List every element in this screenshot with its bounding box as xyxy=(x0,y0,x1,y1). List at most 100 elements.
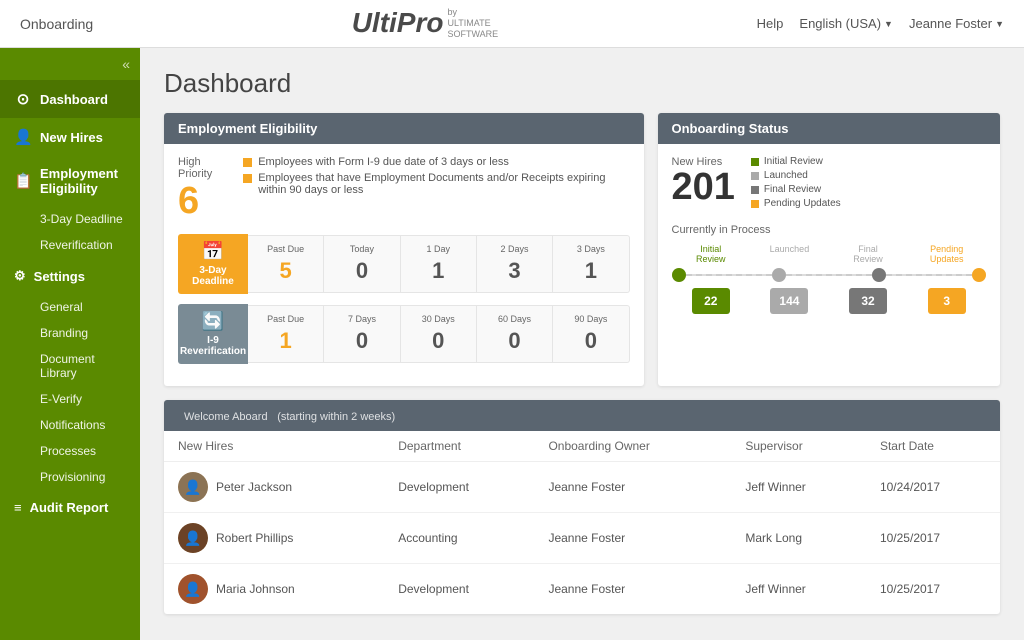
department-cell: Accounting xyxy=(384,513,534,564)
supervisor-cell: Jeff Winner xyxy=(731,462,866,513)
process-badge-final: 32 xyxy=(849,288,887,314)
user-menu[interactable]: Jeanne Foster ▼ xyxy=(909,16,1004,31)
stat-60days: 60 Days 0 xyxy=(477,306,553,362)
col-new-hires: New Hires xyxy=(164,431,384,462)
bullet-icon xyxy=(243,158,252,167)
table-header-row: New Hires Department Onboarding Owner Su… xyxy=(164,431,1000,462)
process-badge-initial: 22 xyxy=(692,288,730,314)
stat-label: 30 Days xyxy=(405,314,472,324)
sidebar-sub-notifications[interactable]: Notifications xyxy=(0,412,140,438)
process-line-row xyxy=(672,268,987,282)
col-owner: Onboarding Owner xyxy=(534,431,731,462)
stat-label: 2 Days xyxy=(481,244,548,254)
name-cell: 👤 Peter Jackson xyxy=(164,462,384,513)
stat-label: 1 Day xyxy=(405,244,472,254)
new-hires-number: 201 xyxy=(672,168,735,206)
sidebar-collapse-button[interactable]: « xyxy=(0,48,140,80)
legend-color xyxy=(751,158,759,166)
logo-sub: by ULTIMATE SOFTWARE xyxy=(447,7,498,39)
bullet-item: Employees with Form I-9 due date of 3 da… xyxy=(243,156,629,168)
employment-icon: 📋 xyxy=(14,172,32,190)
process-connector xyxy=(786,274,872,276)
sidebar-sub-everify[interactable]: E-Verify xyxy=(0,386,140,412)
new-hires-count-section: New Hires 201 xyxy=(672,156,735,206)
calendar-icon: 📅 xyxy=(202,241,224,262)
sidebar-sub-general[interactable]: General xyxy=(0,294,140,320)
process-connector xyxy=(686,274,772,276)
audit-icon: ≡ xyxy=(14,500,22,515)
high-priority-row: High Priority 6 Employees with Form I-9 … xyxy=(178,156,630,220)
process-label-initial: InitialReview xyxy=(686,244,736,264)
employment-eligibility-card: Employment Eligibility High Priority 6 E… xyxy=(164,113,644,386)
sidebar-item-audit-report[interactable]: ≡ Audit Report xyxy=(0,490,140,525)
bullet-icon xyxy=(243,174,252,183)
stat-value: 0 xyxy=(481,328,548,354)
sidebar-sub-provisioning[interactable]: Provisioning xyxy=(0,464,140,490)
user-caret: ▼ xyxy=(995,19,1004,29)
stat-7days: 7 Days 0 xyxy=(324,306,400,362)
sidebar-item-label: New Hires xyxy=(40,130,103,145)
department-cell: Development xyxy=(384,564,534,615)
legend-item: Initial Review xyxy=(751,156,841,167)
reverification-label: 🔄 I-9Reverification xyxy=(178,304,248,364)
sidebar-item-label: Dashboard xyxy=(40,92,108,107)
stat-value: 0 xyxy=(405,328,472,354)
bullet-list: Employees with Form I-9 due date of 3 da… xyxy=(243,156,629,200)
onboarding-status-body: New Hires 201 Initial Review Launched xyxy=(658,144,1001,326)
stat-today: Today 0 xyxy=(324,236,400,292)
sidebar-item-label: Employment Eligibility xyxy=(40,166,126,196)
process-label-launched: Launched xyxy=(764,244,814,264)
app-name: Onboarding xyxy=(20,16,93,32)
owner-cell: Jeanne Foster xyxy=(534,564,731,615)
new-hires-row: New Hires 201 Initial Review Launched xyxy=(672,156,987,212)
high-priority-label: High Priority xyxy=(178,156,227,180)
help-link[interactable]: Help xyxy=(757,16,784,31)
legend-label: Final Review xyxy=(764,184,821,195)
stat-value: 0 xyxy=(557,328,624,354)
sidebar-sub-reverification[interactable]: Reverification xyxy=(0,232,140,258)
language-selector[interactable]: English (USA) ▼ xyxy=(799,16,893,31)
legend-list: Initial Review Launched Final Review xyxy=(751,156,841,212)
sidebar-item-dashboard[interactable]: ⊙ Dashboard xyxy=(0,80,140,118)
stat-1day: 1 Day 1 xyxy=(401,236,477,292)
stat-value: 3 xyxy=(481,258,548,284)
employee-name: Maria Johnson xyxy=(216,582,295,596)
sidebar-item-employment-eligibility[interactable]: 📋 Employment Eligibility xyxy=(0,156,140,206)
process-label-pending: PendingUpdates xyxy=(922,244,972,264)
process-dot-initial xyxy=(672,268,686,282)
process-connector xyxy=(886,274,972,276)
legend-color xyxy=(751,172,759,180)
bullet-item: Employees that have Employment Documents… xyxy=(243,172,629,196)
stat-30days: 30 Days 0 xyxy=(401,306,477,362)
high-priority-section: High Priority 6 xyxy=(178,156,227,220)
legend-label: Launched xyxy=(764,170,808,181)
three-day-stats: Past Due 5 Today 0 1 Day 1 xyxy=(248,235,630,293)
process-badge-pending: 3 xyxy=(928,288,966,314)
sidebar-sub-branding[interactable]: Branding xyxy=(0,320,140,346)
legend-color xyxy=(751,186,759,194)
avatar: 👤 xyxy=(178,523,208,553)
sidebar-sub-processes[interactable]: Processes xyxy=(0,438,140,464)
col-supervisor: Supervisor xyxy=(731,431,866,462)
sidebar-item-new-hires[interactable]: 👤 New Hires xyxy=(0,118,140,156)
legend-color xyxy=(751,200,759,208)
bullet-text: Employees that have Employment Documents… xyxy=(258,172,629,196)
legend-item: Pending Updates xyxy=(751,198,841,209)
stat-label: Past Due xyxy=(252,244,319,254)
stat-label: 60 Days xyxy=(481,314,548,324)
new-hires-icon: 👤 xyxy=(14,128,32,146)
col-start-date: Start Date xyxy=(866,431,1000,462)
process-dot-launched xyxy=(772,268,786,282)
language-caret: ▼ xyxy=(884,19,893,29)
logo: UltiPro by ULTIMATE SOFTWARE xyxy=(352,7,498,39)
dashboard-icon: ⊙ xyxy=(14,90,32,108)
department-cell: Development xyxy=(384,462,534,513)
three-day-row-card: 📅 3-DayDeadline Past Due 5 Today 0 xyxy=(178,234,630,294)
sidebar-item-settings[interactable]: ⚙ Settings xyxy=(0,258,140,294)
onboarding-status-header: Onboarding Status xyxy=(658,113,1001,144)
sidebar-sub-3day[interactable]: 3-Day Deadline xyxy=(0,206,140,232)
sidebar-sub-document-library[interactable]: Document Library xyxy=(0,346,140,386)
owner-cell: Jeanne Foster xyxy=(534,513,731,564)
process-badges: 22 144 32 3 xyxy=(672,288,987,314)
three-day-label-text: 3-DayDeadline xyxy=(192,265,234,287)
